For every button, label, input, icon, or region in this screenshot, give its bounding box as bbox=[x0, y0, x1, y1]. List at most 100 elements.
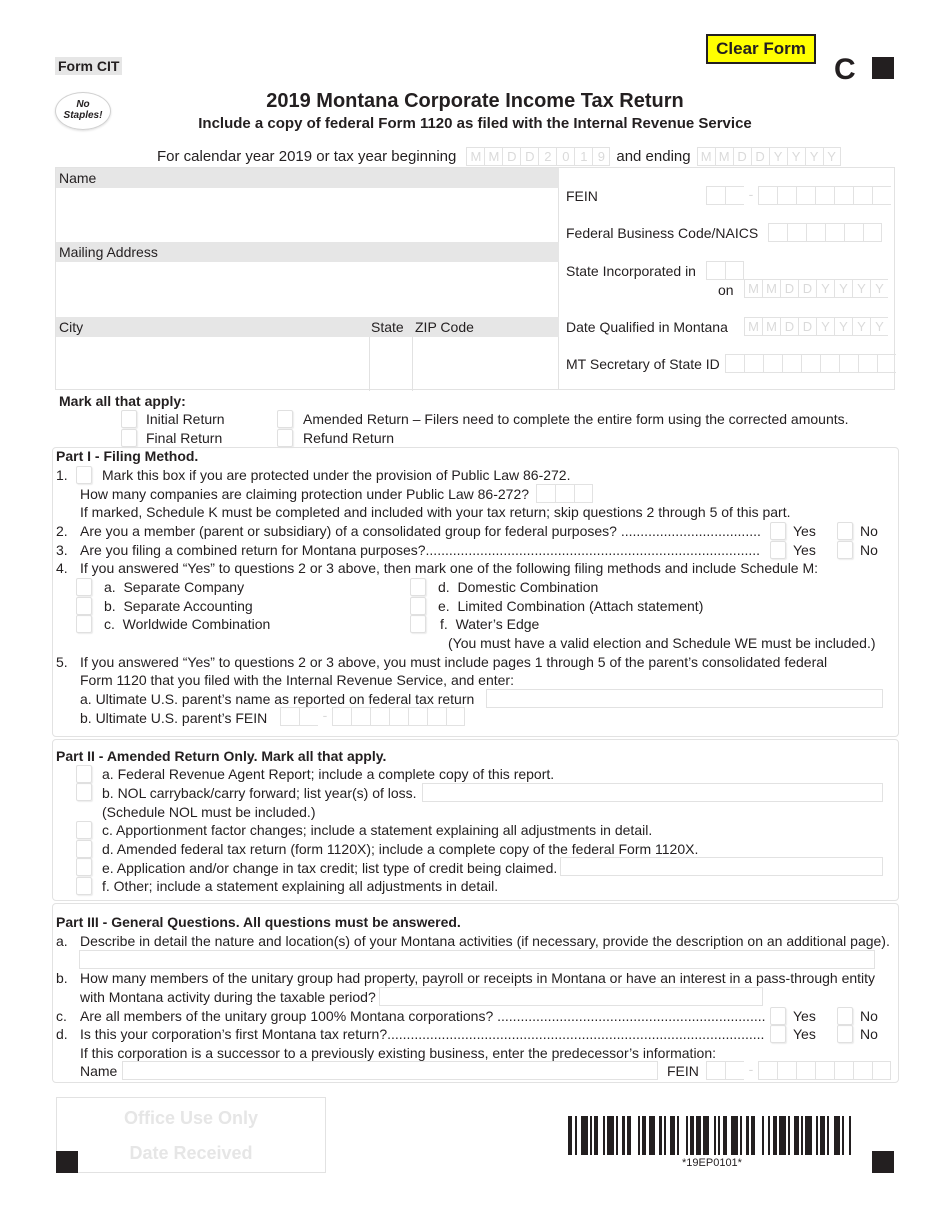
method-a-checkbox[interactable] bbox=[76, 578, 92, 596]
incorporation-date-input[interactable]: MMDDYYYY bbox=[744, 279, 888, 298]
q2-yes-checkbox[interactable] bbox=[770, 522, 786, 540]
fein-input[interactable]: - bbox=[706, 186, 891, 205]
predecessor-fein-input[interactable]: - bbox=[706, 1061, 891, 1080]
comb-cell[interactable]: Y bbox=[786, 147, 805, 166]
comb-cell[interactable]: Y bbox=[870, 279, 888, 298]
parent-name-input[interactable] bbox=[486, 689, 883, 708]
part2-e-checkbox[interactable] bbox=[76, 858, 92, 876]
comb-cell[interactable] bbox=[796, 1061, 815, 1080]
comb-cell[interactable]: Y bbox=[852, 279, 870, 298]
public-law-count-input[interactable] bbox=[536, 484, 593, 503]
comb-cell[interactable] bbox=[427, 707, 446, 726]
comb-cell[interactable] bbox=[777, 186, 796, 205]
parent-fein-input[interactable]: - bbox=[280, 707, 465, 726]
comb-cell[interactable] bbox=[844, 223, 863, 242]
comb-cell[interactable]: D bbox=[798, 279, 816, 298]
comb-cell[interactable] bbox=[758, 1061, 777, 1080]
comb-cell[interactable] bbox=[815, 186, 834, 205]
method-e-checkbox[interactable] bbox=[410, 597, 426, 615]
comb-cell[interactable] bbox=[801, 354, 820, 373]
comb-cell[interactable] bbox=[839, 354, 858, 373]
comb-cell[interactable] bbox=[825, 223, 844, 242]
comb-cell[interactable] bbox=[574, 484, 593, 503]
comb-cell[interactable] bbox=[863, 223, 882, 242]
montana-activities-input[interactable] bbox=[79, 950, 875, 969]
date-qualified-input[interactable]: MMDDYYYY bbox=[744, 317, 888, 336]
qc-no-checkbox[interactable] bbox=[837, 1007, 853, 1025]
comb-cell[interactable]: M bbox=[466, 147, 485, 166]
state-incorporated-input[interactable] bbox=[706, 261, 744, 280]
comb-cell[interactable]: M bbox=[744, 279, 762, 298]
comb-cell[interactable]: 1 bbox=[574, 147, 593, 166]
state-input[interactable] bbox=[370, 337, 413, 391]
comb-cell[interactable] bbox=[536, 484, 555, 503]
comb-cell[interactable] bbox=[853, 186, 872, 205]
part2-b-checkbox[interactable] bbox=[76, 783, 92, 801]
part2-d-checkbox[interactable] bbox=[76, 840, 92, 858]
comb-cell[interactable] bbox=[782, 354, 801, 373]
comb-cell[interactable]: D bbox=[780, 317, 798, 336]
comb-cell[interactable] bbox=[389, 707, 408, 726]
refund-return-checkbox[interactable] bbox=[277, 429, 293, 447]
comb-cell[interactable] bbox=[820, 354, 839, 373]
name-input[interactable] bbox=[56, 188, 559, 242]
comb-cell[interactable] bbox=[834, 186, 853, 205]
comb-cell[interactable]: M bbox=[484, 147, 503, 166]
q2-no-checkbox[interactable] bbox=[837, 522, 853, 540]
part2-f-checkbox[interactable] bbox=[76, 877, 92, 895]
qc-yes-checkbox[interactable] bbox=[770, 1007, 786, 1025]
comb-cell[interactable]: Y bbox=[834, 279, 852, 298]
comb-cell[interactable]: Y bbox=[822, 147, 841, 166]
comb-cell[interactable] bbox=[777, 1061, 796, 1080]
comb-cell[interactable] bbox=[853, 1061, 872, 1080]
comb-cell[interactable] bbox=[758, 186, 777, 205]
comb-cell[interactable] bbox=[408, 707, 427, 726]
comb-cell[interactable] bbox=[872, 1061, 891, 1080]
tax-year-begin-input[interactable]: M M D D 2 0 1 9 bbox=[466, 147, 611, 166]
initial-return-checkbox[interactable] bbox=[121, 410, 137, 428]
comb-cell[interactable] bbox=[446, 707, 465, 726]
comb-cell[interactable] bbox=[706, 261, 725, 280]
comb-cell[interactable]: Y bbox=[870, 317, 888, 336]
nol-years-input[interactable] bbox=[422, 783, 883, 802]
tax-year-end-input[interactable]: M M D D Y Y Y Y bbox=[696, 147, 841, 166]
comb-cell[interactable] bbox=[725, 186, 744, 205]
comb-cell[interactable] bbox=[332, 707, 351, 726]
comb-cell[interactable]: M bbox=[696, 147, 715, 166]
comb-cell[interactable] bbox=[806, 223, 825, 242]
comb-cell[interactable]: D bbox=[502, 147, 521, 166]
comb-cell[interactable]: D bbox=[750, 147, 769, 166]
amended-return-checkbox[interactable] bbox=[277, 410, 293, 428]
tax-credit-type-input[interactable] bbox=[560, 857, 883, 876]
comb-cell[interactable]: Y bbox=[804, 147, 823, 166]
part2-a-checkbox[interactable] bbox=[76, 765, 92, 783]
method-d-checkbox[interactable] bbox=[410, 578, 426, 596]
comb-cell[interactable]: M bbox=[744, 317, 762, 336]
address-input[interactable] bbox=[56, 262, 559, 317]
comb-cell[interactable]: Y bbox=[852, 317, 870, 336]
comb-cell[interactable] bbox=[725, 261, 744, 280]
naics-input[interactable] bbox=[768, 223, 882, 242]
comb-cell[interactable] bbox=[725, 1061, 744, 1080]
comb-cell[interactable] bbox=[787, 223, 806, 242]
comb-cell[interactable] bbox=[299, 707, 318, 726]
comb-cell[interactable]: Y bbox=[816, 279, 834, 298]
qd-yes-checkbox[interactable] bbox=[770, 1025, 786, 1043]
comb-cell[interactable]: Y bbox=[834, 317, 852, 336]
city-input[interactable] bbox=[56, 337, 370, 391]
comb-cell[interactable] bbox=[706, 186, 725, 205]
predecessor-name-input[interactable] bbox=[122, 1061, 658, 1080]
clear-form-button[interactable]: Clear Form bbox=[706, 34, 816, 64]
comb-cell[interactable] bbox=[815, 1061, 834, 1080]
comb-cell[interactable] bbox=[555, 484, 574, 503]
public-law-checkbox[interactable] bbox=[76, 466, 92, 484]
qd-no-checkbox[interactable] bbox=[837, 1025, 853, 1043]
comb-cell[interactable]: Y bbox=[768, 147, 787, 166]
comb-cell[interactable] bbox=[280, 707, 299, 726]
q3-yes-checkbox[interactable] bbox=[770, 541, 786, 559]
q3-no-checkbox[interactable] bbox=[837, 541, 853, 559]
comb-cell[interactable]: D bbox=[798, 317, 816, 336]
comb-cell[interactable] bbox=[351, 707, 370, 726]
comb-cell[interactable]: 9 bbox=[592, 147, 611, 166]
zip-input[interactable] bbox=[413, 337, 559, 391]
